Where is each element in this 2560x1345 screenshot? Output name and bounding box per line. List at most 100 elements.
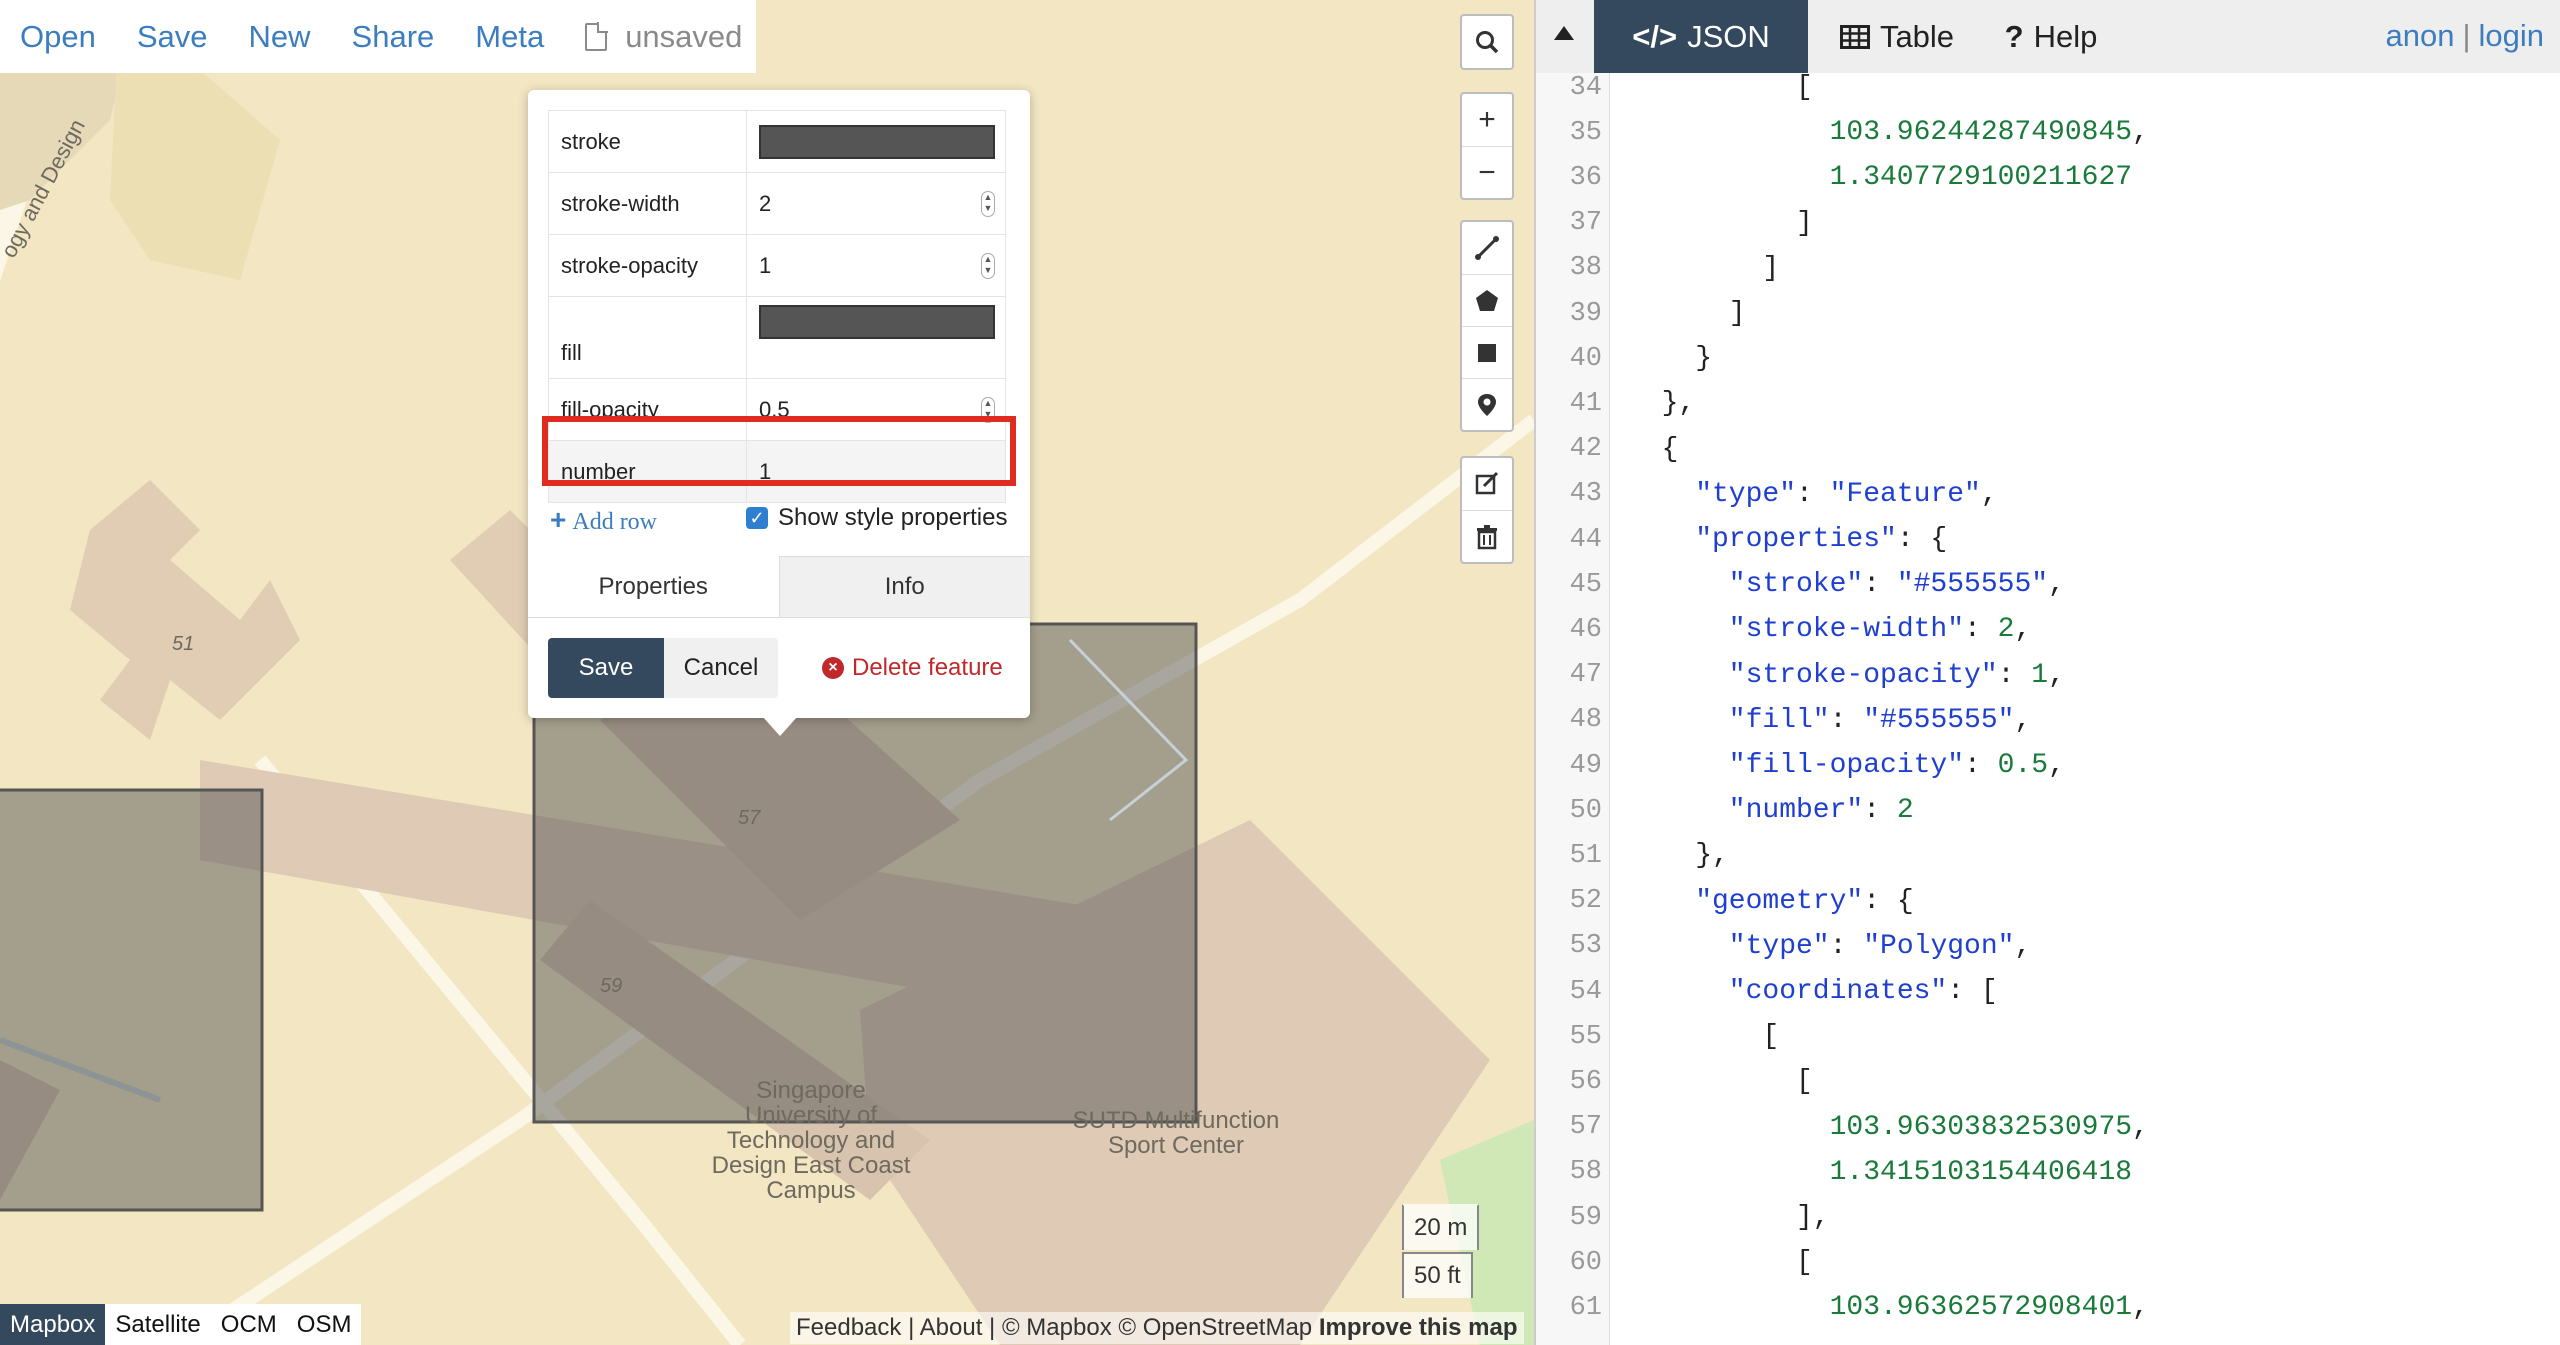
improve-map-link[interactable]: Improve this map	[1319, 1314, 1518, 1341]
add-row-button[interactable]: + Add row	[550, 504, 657, 536]
property-value[interactable]: 1	[746, 440, 1006, 503]
rectangle-icon	[1478, 343, 1496, 362]
feedback-link[interactable]: Feedback	[796, 1314, 901, 1341]
line-number: 60	[1569, 1247, 1602, 1278]
code-line: 52 "geometry": {	[1536, 879, 2560, 924]
zoom-in-button[interactable]: +	[1462, 94, 1512, 146]
property-key[interactable]: fill-opacity	[548, 378, 747, 441]
open-button[interactable]: Open	[20, 19, 96, 55]
json-editor[interactable]: 34 [35 103.96244287490845, 36 1.340772910021…	[1536, 73, 2560, 1345]
property-value[interactable]	[746, 110, 1006, 173]
tab-help[interactable]: ? Help	[1986, 0, 2116, 73]
new-button[interactable]: New	[249, 19, 311, 55]
question-icon: ?	[2004, 18, 2024, 54]
line-number: 36	[1569, 162, 1602, 193]
line-number: 53	[1569, 931, 1602, 962]
draw-polygon-button[interactable]	[1462, 274, 1512, 326]
draw-marker-button[interactable]	[1462, 378, 1512, 430]
line-number: 48	[1569, 705, 1602, 736]
user-link[interactable]: anon	[2385, 18, 2454, 53]
edit-layers-button[interactable]	[1462, 458, 1512, 510]
code-icon: </>	[1632, 18, 1678, 54]
layer-satellite[interactable]: Satellite	[105, 1304, 210, 1345]
building-number-label: 57	[738, 807, 761, 829]
top-toolbar: Open Save New Share Meta unsaved	[0, 0, 756, 73]
code-line: 49 "fill-opacity": 0.5,	[1536, 743, 2560, 788]
fill-color-swatch[interactable]	[759, 305, 995, 339]
scale-imperial: 50 ft	[1402, 1252, 1473, 1298]
base-layer-switcher: Mapbox Satellite OCM OSM	[0, 1304, 362, 1345]
line-number: 42	[1569, 434, 1602, 465]
trash-icon	[1477, 524, 1497, 549]
table-row: stroke	[548, 110, 1006, 173]
draw-line-button[interactable]	[1462, 222, 1512, 274]
line-number: 38	[1569, 253, 1602, 284]
code-line: 55 [	[1536, 1014, 2560, 1059]
stepper-icon[interactable]: ▲ ▼	[981, 252, 995, 279]
collapse-icon[interactable]	[1554, 26, 1574, 40]
property-value[interactable]	[746, 296, 1006, 379]
zoom-out-button[interactable]: −	[1462, 146, 1512, 198]
stepper-icon[interactable]: ▲ ▼	[981, 396, 995, 423]
code-text: ]	[1728, 298, 1746, 329]
property-key[interactable]: number	[548, 440, 747, 503]
property-key[interactable]: stroke-width	[548, 172, 747, 235]
layer-mapbox[interactable]: Mapbox	[0, 1304, 106, 1345]
checkbox-icon[interactable]: ✓	[746, 507, 768, 529]
code-text: "geometry": {	[1695, 885, 1914, 917]
osm-link[interactable]: © OpenStreetMap	[1118, 1314, 1312, 1341]
property-value[interactable]: 2 ▲ ▼	[746, 172, 1006, 235]
about-link[interactable]: About	[920, 1314, 983, 1341]
login-link[interactable]: login	[2479, 18, 2545, 53]
property-value[interactable]: 1 ▲ ▼	[746, 234, 1006, 297]
table-row: stroke-width 2 ▲ ▼	[548, 172, 1006, 235]
marker-icon	[1478, 393, 1496, 416]
line-number: 58	[1569, 1157, 1602, 1188]
campus-label: Singapore University of Technology and D…	[711, 1077, 911, 1204]
save-button[interactable]: Save	[548, 638, 664, 698]
meta-button[interactable]: Meta	[475, 19, 544, 55]
share-button[interactable]: Share	[352, 19, 435, 55]
property-key[interactable]: stroke-opacity	[548, 234, 747, 297]
line-number: 50	[1569, 795, 1602, 826]
tab-table[interactable]: Table	[1824, 0, 1970, 73]
code-text: "type": "Feature",	[1695, 478, 1998, 510]
search-icon	[1476, 31, 1499, 54]
search-button[interactable]	[1462, 16, 1512, 68]
code-line: 59],	[1536, 1195, 2560, 1240]
code-text: 103.96362572908401,	[1829, 1292, 2149, 1324]
property-key[interactable]: fill	[548, 296, 747, 379]
code-line: 58 1.3415103154406418	[1536, 1150, 2560, 1195]
tab-properties[interactable]: Properties	[528, 556, 779, 617]
cancel-button[interactable]: Cancel	[664, 638, 778, 698]
mapbox-link[interactable]: © Mapbox	[1002, 1314, 1112, 1341]
line-number: 43	[1569, 479, 1602, 510]
map-canvas[interactable]: ogy and Design 51 57 59 Singapore Univer…	[0, 0, 1534, 1345]
stroke-color-swatch[interactable]	[759, 124, 995, 159]
line-number: 45	[1569, 569, 1602, 600]
tab-json[interactable]: </> JSON	[1594, 0, 1808, 73]
property-key[interactable]: stroke	[548, 110, 747, 173]
save-menu-button[interactable]: Save	[137, 19, 208, 55]
property-value[interactable]: 0.5 ▲ ▼	[746, 378, 1006, 441]
code-text: },	[1695, 840, 1729, 872]
tab-info[interactable]: Info	[778, 556, 1030, 617]
code-text: 1.3407729100211627	[1829, 162, 2133, 194]
stepper-icon[interactable]: ▲ ▼	[981, 190, 995, 217]
show-style-checkbox[interactable]: ✓ Show style properties	[746, 504, 1007, 532]
layer-osm[interactable]: OSM	[287, 1304, 362, 1345]
code-line: 42 {	[1536, 427, 2560, 472]
table-row: fill-opacity 0.5 ▲ ▼	[548, 378, 1006, 441]
line-number: 49	[1569, 750, 1602, 781]
delete-feature-button[interactable]: × Delete feature	[822, 654, 1003, 682]
code-text: "coordinates": [	[1728, 976, 1998, 1007]
code-text: [	[1796, 1247, 1813, 1279]
code-text: 1.3415103154406418	[1829, 1156, 2133, 1188]
code-text: [	[1762, 1021, 1780, 1053]
table-row: fill	[548, 296, 1006, 379]
file-status-label: unsaved	[625, 18, 743, 54]
draw-rectangle-button[interactable]	[1462, 326, 1512, 378]
delete-layers-button[interactable]	[1462, 510, 1512, 562]
code-line: 44 "properties": {	[1536, 517, 2560, 562]
layer-ocm[interactable]: OCM	[211, 1304, 287, 1345]
